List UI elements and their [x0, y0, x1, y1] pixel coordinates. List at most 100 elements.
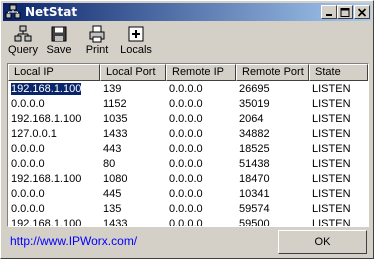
cell-text: 0.0.0.0: [169, 98, 203, 110]
table-row[interactable]: 192.168.1.100 139 0.0.0.0 26695 LISTEN: [8, 82, 368, 97]
maximize-button[interactable]: [337, 5, 353, 19]
network-query-icon: [14, 25, 32, 42]
cell-local-port: 1080: [100, 172, 169, 187]
query-button[interactable]: Query: [5, 23, 41, 61]
cell-text: 51438: [239, 158, 270, 170]
close-icon: [357, 8, 367, 17]
table-row[interactable]: 0.0.0.0 443 0.0.0.0 18525 LISTEN: [8, 142, 368, 157]
column-local-port[interactable]: Local Port: [100, 64, 166, 81]
table-row[interactable]: 0.0.0.0 80 0.0.0.0 51438 LISTEN: [8, 157, 368, 172]
cell-remote-port: 10341: [236, 187, 312, 202]
cell-remote-ip: 0.0.0.0: [166, 202, 239, 217]
cell-text: LISTEN: [312, 203, 351, 215]
minimize-button[interactable]: [321, 5, 337, 19]
cell-text: 0.0.0.0: [11, 203, 45, 215]
cell-local-ip: 192.168.1.100: [8, 82, 103, 97]
title-bar[interactable]: NetStat: [3, 3, 371, 21]
table-row[interactable]: 0.0.0.0 445 0.0.0.0 10341 LISTEN: [8, 187, 368, 202]
table-row[interactable]: 192.168.1.100 1035 0.0.0.0 2064 LISTEN: [8, 112, 368, 127]
cell-text: 0.0.0.0: [169, 143, 203, 155]
cell-local-port: 1433: [100, 127, 169, 142]
cell-text: LISTEN: [312, 143, 351, 155]
cell-text: 139: [103, 83, 122, 95]
cell-state: LISTEN: [309, 187, 368, 202]
floppy-disk-icon: [51, 26, 67, 42]
connections-table[interactable]: Local IP Local Port Remote IP Remote Por…: [7, 63, 369, 227]
query-label: Query: [8, 44, 38, 56]
netstat-window: NetStat Query Save Print Locals Local IP…: [0, 0, 374, 259]
cell-state: LISTEN: [309, 157, 368, 172]
cell-text: 10341: [239, 188, 270, 200]
window-title: NetStat: [25, 5, 78, 19]
cell-text: 445: [103, 188, 122, 200]
cell-local-port: 443: [100, 142, 169, 157]
cell-remote-port: 51438: [236, 157, 312, 172]
cell-remote-port: 59574: [236, 202, 312, 217]
cell-state: LISTEN: [309, 142, 368, 157]
cell-text: 0.0.0.0: [169, 203, 203, 215]
cell-text: 0.0.0.0: [169, 218, 203, 227]
table-row[interactable]: 0.0.0.0 1152 0.0.0.0 35019 LISTEN: [8, 97, 368, 112]
cell-text: LISTEN: [312, 98, 351, 110]
print-label: Print: [85, 44, 109, 56]
cell-text: 192.168.1.100: [11, 218, 82, 227]
cell-local-ip: 0.0.0.0: [8, 97, 103, 112]
cell-remote-port: 18525: [236, 142, 312, 157]
cell-text: 192.168.1.100: [9, 82, 83, 96]
cell-text: 127.0.0.1: [11, 128, 57, 140]
column-state[interactable]: State: [309, 64, 368, 81]
cell-remote-ip: 0.0.0.0: [166, 157, 239, 172]
table-row[interactable]: 192.168.1.100 1433 0.0.0.0 59500 LISTEN: [8, 217, 368, 227]
cell-state: LISTEN: [309, 97, 368, 112]
cell-text: LISTEN: [312, 218, 351, 227]
website-link[interactable]: http://www.IPWorx.com/: [10, 234, 137, 248]
cell-state: LISTEN: [309, 82, 368, 97]
table-header: Local IP Local Port Remote IP Remote Por…: [8, 64, 368, 81]
cell-text: 80: [103, 158, 116, 170]
cell-remote-port: 59500: [236, 217, 312, 226]
cell-local-ip: 0.0.0.0: [8, 157, 103, 172]
cell-text: LISTEN: [312, 158, 351, 170]
cell-remote-ip: 0.0.0.0: [166, 97, 239, 112]
locals-button[interactable]: Locals: [117, 23, 155, 61]
cell-text: 0.0.0.0: [11, 188, 45, 200]
cell-text: 1152: [103, 98, 127, 110]
cell-text: 192.168.1.100: [11, 173, 82, 185]
column-remote-ip[interactable]: Remote IP: [166, 64, 236, 81]
cell-text: 0.0.0.0: [169, 113, 203, 125]
cell-text: 0.0.0.0: [11, 158, 45, 170]
cell-remote-port: 2064: [236, 112, 312, 127]
cell-remote-ip: 0.0.0.0: [166, 187, 239, 202]
print-button[interactable]: Print: [82, 23, 112, 61]
save-button[interactable]: Save: [45, 23, 73, 61]
cell-remote-port: 35019: [236, 97, 312, 112]
cell-remote-ip: 0.0.0.0: [166, 172, 239, 187]
cell-local-ip: 192.168.1.100: [8, 172, 103, 187]
cell-local-port: 139: [100, 82, 169, 97]
cell-text: 18525: [239, 143, 270, 155]
cell-remote-ip: 0.0.0.0: [166, 142, 239, 157]
cell-text: 443: [103, 143, 122, 155]
cell-text: 0.0.0.0: [169, 158, 203, 170]
cell-text: LISTEN: [312, 83, 351, 95]
cell-local-ip: 127.0.0.1: [8, 127, 103, 142]
table-row[interactable]: 0.0.0.0 135 0.0.0.0 59574 LISTEN: [8, 202, 368, 217]
cell-text: 0.0.0.0: [169, 173, 203, 185]
table-row[interactable]: 127.0.0.1 1433 0.0.0.0 34882 LISTEN: [8, 127, 368, 142]
column-remote-port[interactable]: Remote Port: [236, 64, 309, 81]
add-local-icon: [128, 26, 144, 42]
cell-text: 192.168.1.100: [11, 113, 82, 125]
cell-local-port: 1035: [100, 112, 169, 127]
cell-text: 26695: [239, 83, 270, 95]
cell-text: LISTEN: [312, 113, 351, 125]
cell-state: LISTEN: [309, 217, 368, 227]
column-local-ip[interactable]: Local IP: [8, 64, 100, 81]
ok-button[interactable]: OK: [278, 230, 367, 254]
table-row[interactable]: 192.168.1.100 1080 0.0.0.0 18470 LISTEN: [8, 172, 368, 187]
close-button[interactable]: [354, 5, 370, 19]
cell-text: 0.0.0.0: [169, 128, 203, 140]
cell-remote-ip: 0.0.0.0: [166, 127, 239, 142]
cell-text: 0.0.0.0: [11, 143, 45, 155]
cell-local-port: 135: [100, 202, 169, 217]
printer-icon: [89, 25, 105, 43]
